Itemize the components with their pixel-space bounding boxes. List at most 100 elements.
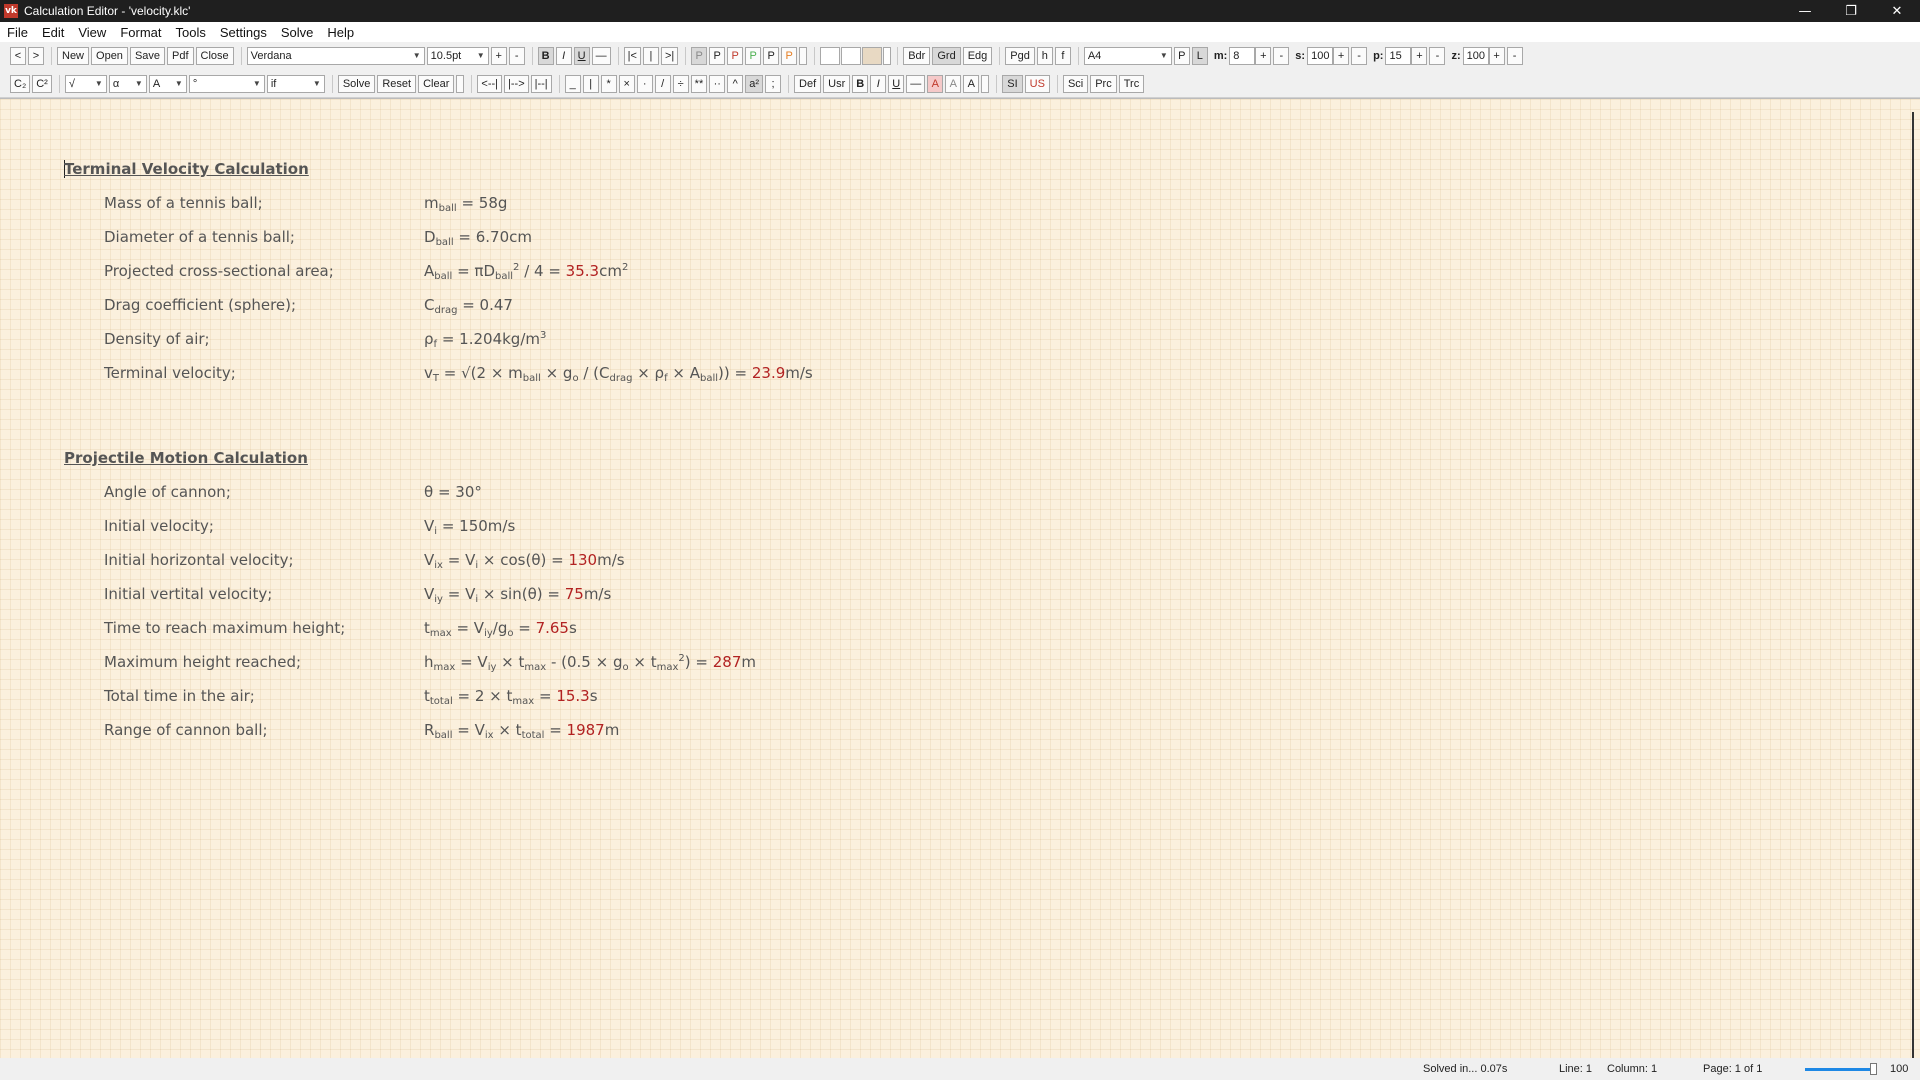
spacing-increase-button[interactable]: + xyxy=(1333,46,1350,65)
indent-left-button[interactable]: <--| xyxy=(477,74,503,93)
us-units-button[interactable]: US xyxy=(1024,74,1050,93)
margin-input[interactable]: 8 xyxy=(1229,46,1256,65)
spacing-input[interactable]: 100 xyxy=(1307,46,1334,65)
padding-increase-button[interactable]: + xyxy=(1411,46,1428,65)
open-button[interactable]: Open xyxy=(91,46,128,65)
slash-button[interactable]: / xyxy=(654,74,671,93)
clear-button[interactable]: Clear xyxy=(418,74,455,93)
menu-settings[interactable]: Settings xyxy=(213,25,274,40)
subscript-button[interactable]: C₂ xyxy=(10,74,31,93)
font-size-increase-button[interactable]: + xyxy=(490,46,507,65)
truncate-button[interactable]: Trc xyxy=(1118,74,1145,93)
align-center-button[interactable]: | xyxy=(642,46,659,65)
padding-input[interactable]: 15 xyxy=(1385,46,1412,65)
solve-button[interactable]: Solve xyxy=(337,74,376,93)
menu-view[interactable]: View xyxy=(71,25,113,40)
usr-button[interactable]: Usr xyxy=(823,74,851,93)
paragraph-style-button-4[interactable]: P xyxy=(745,46,762,65)
portrait-button[interactable]: P xyxy=(1173,46,1190,65)
italic-button[interactable]: I xyxy=(555,46,572,65)
landscape-button[interactable]: L xyxy=(1191,46,1208,65)
square-button[interactable]: a² xyxy=(745,74,764,93)
pipe-button[interactable]: | xyxy=(582,74,599,93)
font-size-decrease-button[interactable]: - xyxy=(508,46,525,65)
superscript-button[interactable]: C² xyxy=(32,74,52,93)
color-swatch-white-2[interactable] xyxy=(841,46,862,65)
section-title-terminal-velocity[interactable]: Terminal Velocity Calculation xyxy=(64,160,309,178)
paragraph-style-button-7[interactable] xyxy=(799,46,808,65)
caret-button[interactable]: ^ xyxy=(727,74,744,93)
paragraph-style-button-1[interactable]: P xyxy=(691,46,708,65)
margin-decrease-button[interactable]: - xyxy=(1273,46,1290,65)
double-dot-button[interactable]: ·· xyxy=(709,74,726,93)
menu-tools[interactable]: Tools xyxy=(168,25,212,40)
result-underline-button[interactable]: U xyxy=(888,74,905,93)
indent-right-button[interactable]: |--> xyxy=(504,74,529,93)
zoom-decrease-button[interactable]: - xyxy=(1506,46,1523,65)
bold-button[interactable]: B xyxy=(537,46,554,65)
paper-size-select[interactable]: A4 ▼ xyxy=(1083,46,1172,65)
restore-icon[interactable]: ❐ xyxy=(1828,0,1874,22)
menu-file[interactable]: File xyxy=(0,25,35,40)
zoom-increase-button[interactable]: + xyxy=(1488,46,1505,65)
footer-button[interactable]: f xyxy=(1054,46,1071,65)
result-bold-button[interactable]: B xyxy=(852,74,869,93)
spacing-decrease-button[interactable]: - xyxy=(1351,46,1368,65)
asterisk-button[interactable]: * xyxy=(600,74,617,93)
next-button[interactable]: > xyxy=(28,46,44,65)
border-button[interactable]: Bdr xyxy=(903,46,931,65)
underscore-button[interactable]: _ xyxy=(564,74,581,93)
section-title-projectile-motion[interactable]: Projectile Motion Calculation xyxy=(64,449,308,467)
indent-both-button[interactable]: |--| xyxy=(530,74,552,93)
menu-format[interactable]: Format xyxy=(113,25,168,40)
def-button[interactable]: Def xyxy=(794,74,822,93)
paragraph-style-button-2[interactable]: P xyxy=(709,46,726,65)
align-right-button[interactable]: >| xyxy=(660,46,679,65)
zoom-slider-thumb[interactable] xyxy=(1870,1063,1877,1075)
new-button[interactable]: New xyxy=(57,46,90,65)
si-units-button[interactable]: SI xyxy=(1002,74,1023,93)
page-guide-button[interactable]: Pgd xyxy=(1005,46,1035,65)
color-swatch-white[interactable] xyxy=(820,46,841,65)
font-select[interactable]: Verdana ▼ xyxy=(246,46,425,65)
menu-edit[interactable]: Edit xyxy=(35,25,71,40)
underline-button[interactable]: U xyxy=(573,46,590,65)
semicolon-button[interactable]: ; xyxy=(765,74,782,93)
reset-button[interactable]: Reset xyxy=(377,74,417,93)
close-window-icon[interactable]: ✕ xyxy=(1874,0,1920,22)
result-strike-button[interactable]: — xyxy=(906,74,926,93)
symbol-select[interactable]: A ▼ xyxy=(148,74,187,93)
scientific-button[interactable]: Sci xyxy=(1062,74,1089,93)
power-button[interactable]: ** xyxy=(690,74,708,93)
font-size-select[interactable]: 10.5pt ▼ xyxy=(426,46,489,65)
zoom-input[interactable]: 100 xyxy=(1462,46,1489,65)
edge-button[interactable]: Edg xyxy=(962,46,993,65)
precision-button[interactable]: Prc xyxy=(1090,74,1117,93)
paragraph-style-button-6[interactable]: P xyxy=(781,46,798,65)
result-color-default-button[interactable]: A xyxy=(963,74,980,93)
strikethrough-button[interactable]: — xyxy=(591,46,611,65)
unit-select[interactable]: ° ▼ xyxy=(188,74,265,93)
result-color-red-button[interactable]: A xyxy=(927,74,944,93)
align-left-button[interactable]: |< xyxy=(623,46,641,65)
padding-decrease-button[interactable]: - xyxy=(1429,46,1446,65)
condition-select[interactable]: if ▼ xyxy=(266,74,325,93)
margin-increase-button[interactable]: + xyxy=(1255,46,1272,65)
dot-button[interactable]: · xyxy=(636,74,653,93)
color-swatch-beige[interactable] xyxy=(862,46,883,65)
grid-button[interactable]: Grd xyxy=(932,46,961,65)
save-button[interactable]: Save xyxy=(129,46,166,65)
close-button[interactable]: Close xyxy=(195,46,234,65)
minimize-icon[interactable]: — xyxy=(1782,0,1828,22)
times-button[interactable]: × xyxy=(618,74,635,93)
result-color-gray-button[interactable]: A xyxy=(945,74,962,93)
result-extra-button[interactable] xyxy=(981,74,990,93)
divide-button[interactable]: ÷ xyxy=(672,74,689,93)
header-button[interactable]: h xyxy=(1036,46,1053,65)
menu-help[interactable]: Help xyxy=(320,25,361,40)
function-select[interactable]: √ ▼ xyxy=(64,74,107,93)
vertical-scrollbar[interactable] xyxy=(1912,112,1914,1060)
result-italic-button[interactable]: I xyxy=(870,74,887,93)
paragraph-style-button-3[interactable]: P xyxy=(727,46,744,65)
menu-solve[interactable]: Solve xyxy=(274,25,321,40)
